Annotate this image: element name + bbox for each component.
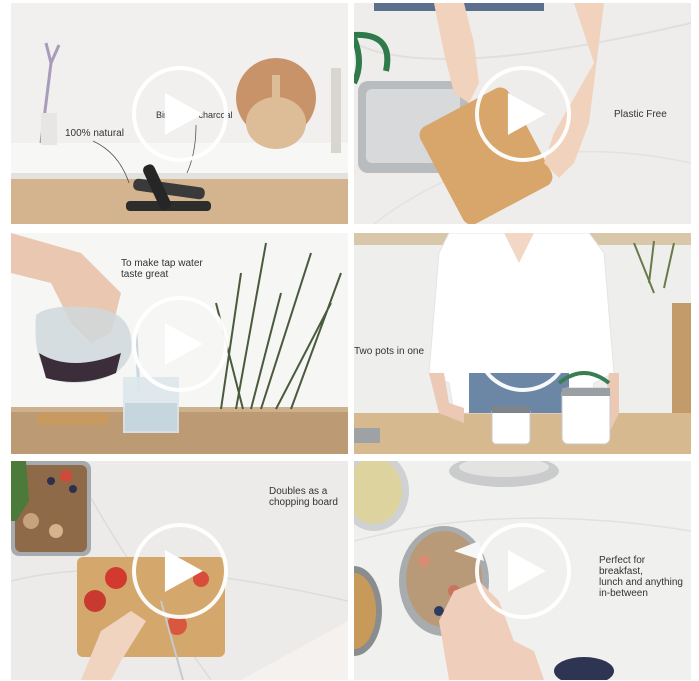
play-icon xyxy=(164,322,203,365)
caption-chopping-board: Doubles as a chopping board xyxy=(269,486,338,508)
video-thumbnail-charcoal[interactable]: 100% natural Binchotan charcoal xyxy=(11,3,348,224)
caption-breakfast: Perfect for breakfast, lunch and anythin… xyxy=(599,555,683,599)
video-thumbnail-breakfast[interactable]: Perfect for breakfast, lunch and anythin… xyxy=(354,461,691,680)
play-icon xyxy=(507,549,546,592)
video-thumbnail-tap-water[interactable]: To make tap water taste great xyxy=(11,233,348,454)
caption-natural: 100% natural xyxy=(65,128,124,139)
video-thumbnail-chopping-board[interactable]: Doubles as a chopping board xyxy=(11,461,348,680)
caption-two-pots: Two pots in one xyxy=(354,346,425,357)
caption-tap-water: To make tap water taste great xyxy=(121,258,203,280)
play-icon xyxy=(164,92,203,135)
video-thumbnail-plastic-free[interactable]: Plastic Free xyxy=(354,3,691,224)
caption-plastic-free: Plastic Free xyxy=(614,109,667,120)
play-button[interactable] xyxy=(474,295,571,392)
play-icon xyxy=(164,549,203,592)
play-icon xyxy=(507,92,546,135)
video-thumbnail-two-pots[interactable]: Two pots in one xyxy=(354,233,691,454)
play-button[interactable] xyxy=(474,522,571,619)
play-button[interactable] xyxy=(131,65,228,162)
play-button[interactable] xyxy=(474,65,571,162)
play-icon xyxy=(507,322,546,365)
play-button[interactable] xyxy=(131,295,228,392)
play-button[interactable] xyxy=(131,522,228,619)
